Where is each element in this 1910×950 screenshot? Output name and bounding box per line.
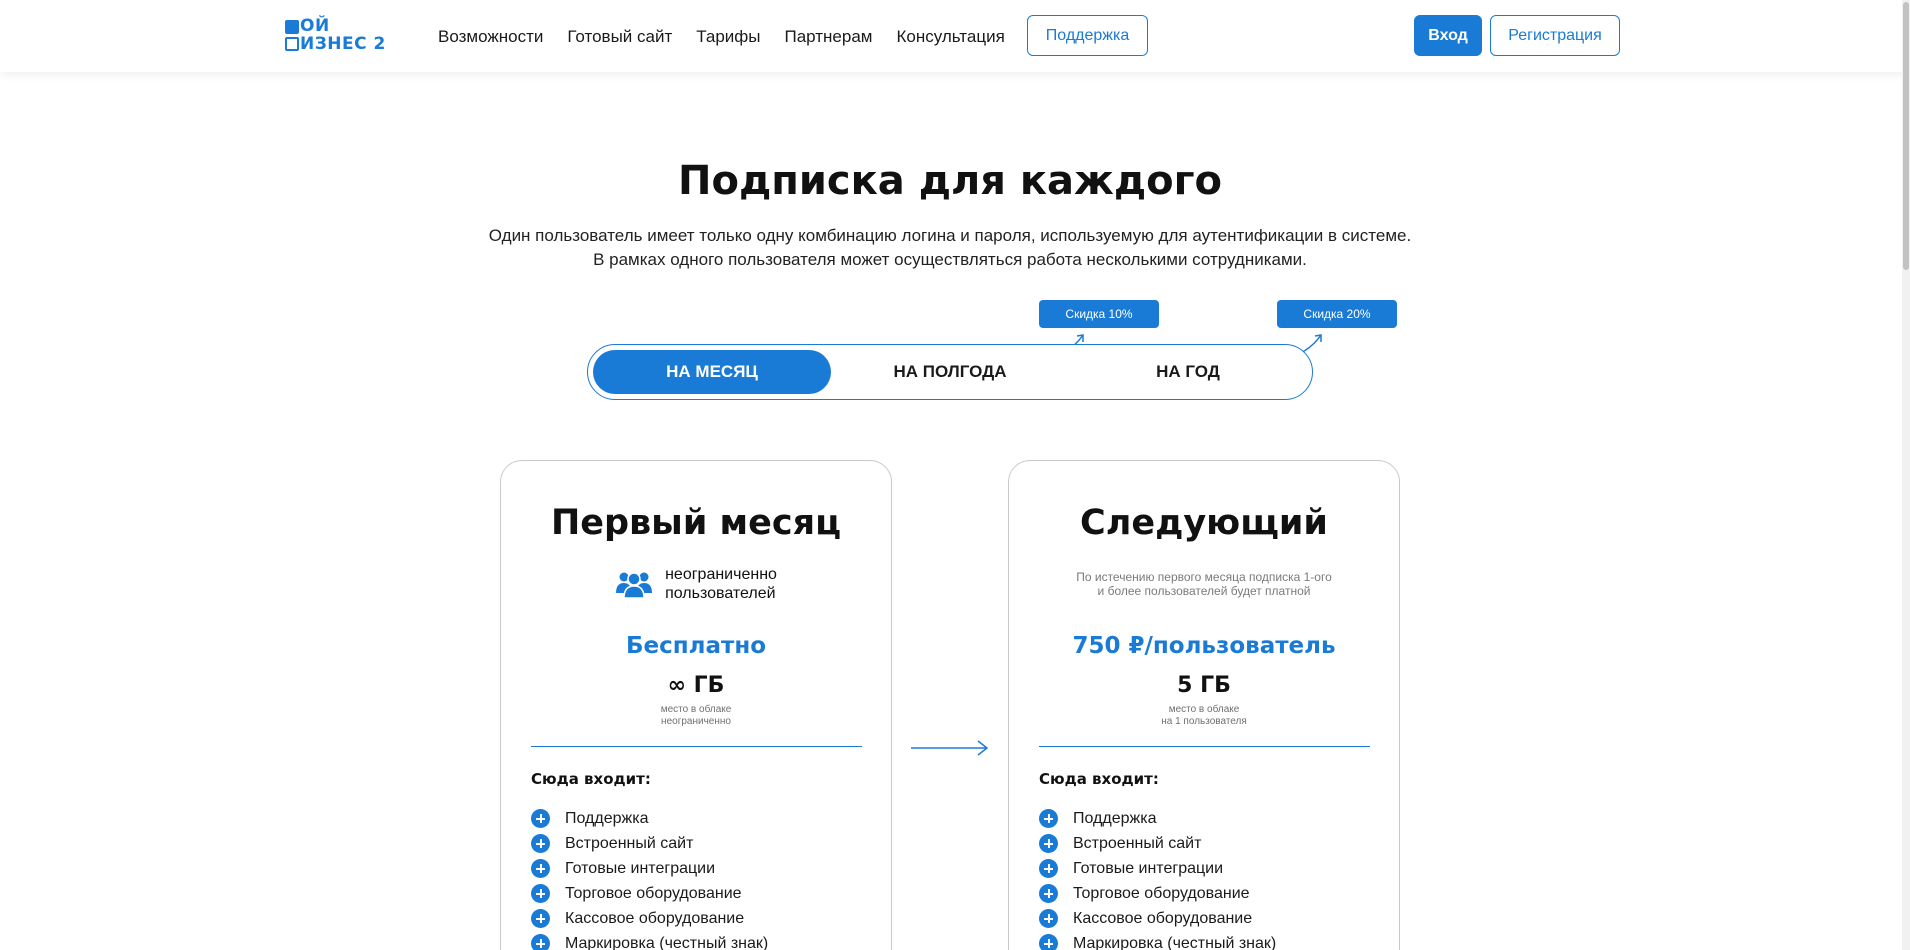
plan-card-first-month: Первый месяц неограниченно пользователей…: [500, 460, 892, 950]
page-title: Подписка для каждого: [677, 158, 1223, 204]
feature-item: Торговое оборудование: [1039, 881, 1276, 906]
nav-ready-site[interactable]: Готовый сайт: [567, 26, 672, 48]
subtitle-line-1: Один пользователь имеет только одну комб…: [488, 226, 1412, 245]
feature-label: Готовые интеграции: [565, 859, 716, 877]
feature-item: Маркировка (честный знак): [1039, 931, 1276, 950]
feature-label: Готовые интеграции: [1073, 859, 1224, 877]
plus-icon: [1039, 834, 1058, 853]
feature-item: Торговое оборудование: [531, 881, 768, 906]
scrollbar-thumb[interactable]: [1903, 2, 1909, 270]
feature-label: Поддержка: [1073, 809, 1157, 827]
card-divider: [1039, 746, 1370, 747]
discount-badge-half-year: Скидка 10%: [1039, 300, 1159, 328]
logo-m-icon: [285, 19, 299, 34]
plan-storage: 5 ГБ: [1177, 673, 1231, 698]
nav-tariffs[interactable]: Тарифы: [696, 26, 760, 48]
plus-icon: [531, 909, 550, 928]
feature-label: Кассовое оборудование: [1073, 909, 1253, 927]
feature-item: Встроенный сайт: [1039, 831, 1276, 856]
storage-note-line-1: место в облаке: [1168, 704, 1240, 715]
card-note-line-2: и более пользователей будет платной: [1097, 584, 1311, 598]
feature-label: Торговое оборудование: [1073, 884, 1250, 902]
plan-storage: ∞ ГБ: [667, 673, 725, 698]
feature-item: Маркировка (честный знак): [531, 931, 768, 950]
users-line-2: пользователей: [665, 585, 776, 602]
support-button[interactable]: Поддержка: [1027, 15, 1148, 56]
includes-heading: Сюда входит:: [531, 770, 651, 788]
feature-item: Поддержка: [531, 806, 768, 831]
card-title: Первый месяц: [550, 503, 842, 543]
logo-text-top: ОЙ: [300, 16, 330, 36]
register-button[interactable]: Регистрация: [1490, 15, 1620, 56]
feature-list: Поддержка Встроенный сайт Готовые интегр…: [1039, 806, 1276, 950]
feature-label: Маркировка (честный знак): [1073, 934, 1277, 950]
feature-label: Торговое оборудование: [565, 884, 742, 902]
storage-note-line-2: неограниченно: [661, 716, 731, 727]
plus-icon: [1039, 884, 1058, 903]
storage-note: место в облаке на 1 пользователя: [1009, 704, 1399, 728]
logo-b-icon: [285, 37, 299, 51]
plan-price: 750 ₽/пользователь: [1072, 633, 1336, 659]
feature-label: Встроенный сайт: [565, 834, 694, 852]
plan-price: Бесплатно: [625, 633, 767, 659]
feature-item: Готовые интеграции: [1039, 856, 1276, 881]
plus-icon: [531, 834, 550, 853]
page-scrollbar[interactable]: [1902, 0, 1910, 950]
users-line-1: неограниченно: [665, 566, 777, 583]
period-toggle: НА МЕСЯЦ НА ПОЛГОДА НА ГОД: [587, 344, 1313, 400]
feature-item: Готовые интеграции: [531, 856, 768, 881]
plan-card-next: Следующий По истечению первого месяца по…: [1008, 460, 1400, 950]
feature-item: Встроенный сайт: [531, 831, 768, 856]
main-nav: Возможности Готовый сайт Тарифы Партнера…: [438, 26, 1029, 48]
storage-note-line-2: на 1 пользователя: [1161, 716, 1247, 727]
plus-icon: [1039, 909, 1058, 928]
feature-label: Встроенный сайт: [1073, 834, 1202, 852]
toggle-half-year[interactable]: НА ПОЛГОДА: [831, 350, 1069, 394]
plus-icon: [1039, 859, 1058, 878]
feature-label: Кассовое оборудование: [565, 909, 745, 927]
includes-heading: Сюда входит:: [1039, 770, 1159, 788]
arrow-right-icon: [911, 740, 989, 756]
site-header: ОЙ ИЗНЕС 2 Возможности Готовый сайт Тари…: [0, 0, 1910, 72]
feature-label: Маркировка (честный знак): [565, 934, 769, 950]
users-group-icon: [616, 572, 653, 599]
card-title: Следующий: [1080, 503, 1328, 543]
plus-icon: [531, 884, 550, 903]
nav-features[interactable]: Возможности: [438, 26, 543, 48]
feature-list: Поддержка Встроенный сайт Готовые интегр…: [531, 806, 768, 950]
storage-note-line-1: место в облаке: [660, 704, 732, 715]
plus-icon: [1039, 934, 1058, 950]
plus-icon: [531, 859, 550, 878]
toggle-month[interactable]: НА МЕСЯЦ: [593, 350, 831, 394]
card-divider: [531, 746, 862, 747]
page-subtitle: Один пользователь имеет только одну комб…: [0, 224, 1900, 272]
toggle-year[interactable]: НА ГОД: [1069, 350, 1307, 394]
feature-item: Поддержка: [1039, 806, 1276, 831]
subtitle-line-2: В рамках одного пользователя может осуще…: [593, 250, 1307, 269]
logo[interactable]: ОЙ ИЗНЕС 2: [285, 18, 412, 54]
users-info: неограниченно пользователей: [501, 565, 891, 603]
feature-item: Кассовое оборудование: [531, 906, 768, 931]
logo-text-bottom: ИЗНЕС 2: [300, 33, 386, 54]
logo-row-top: ОЙ: [285, 18, 330, 35]
feature-label: Поддержка: [565, 809, 649, 827]
logo-row-bottom: ИЗНЕС 2: [285, 35, 386, 53]
nav-partners[interactable]: Партнерам: [785, 26, 873, 48]
plus-icon: [531, 934, 550, 950]
plus-icon: [1039, 809, 1058, 828]
nav-consultation[interactable]: Консультация: [896, 26, 1004, 48]
feature-item: Кассовое оборудование: [1039, 906, 1276, 931]
users-text: неограниченно пользователей: [665, 565, 777, 603]
discount-badge-year: Скидка 20%: [1277, 300, 1397, 328]
card-note-line-1: По истечению первого месяца подписка 1-о…: [1076, 570, 1332, 584]
plus-icon: [531, 809, 550, 828]
storage-note: место в облаке неограниченно: [501, 704, 891, 728]
card-note: По истечению первого месяца подписка 1-о…: [1009, 570, 1399, 598]
login-button[interactable]: Вход: [1414, 15, 1482, 56]
